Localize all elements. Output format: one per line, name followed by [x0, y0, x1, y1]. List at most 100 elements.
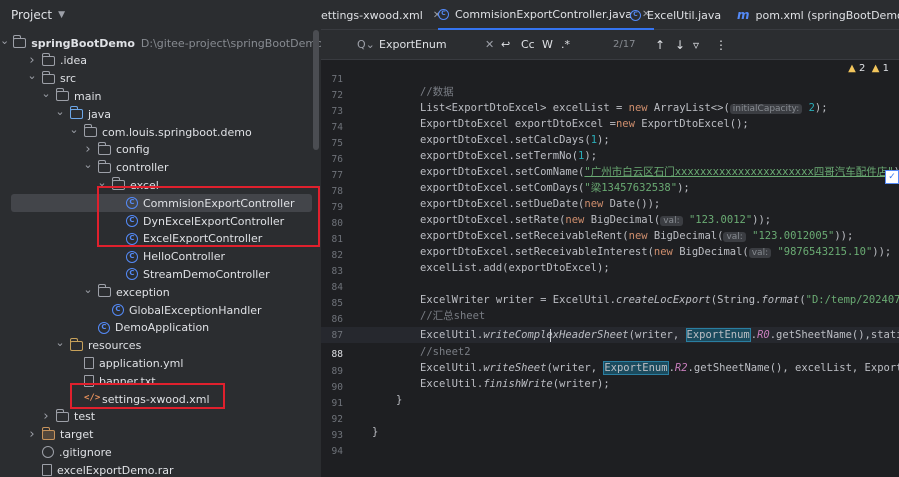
regex-toggle[interactable]: .* [561, 38, 570, 51]
chevron-down-icon[interactable]: ⌄ [68, 123, 80, 136]
code-line-80[interactable]: exportDtoExcel.setDueDate(new Date()); [420, 196, 660, 212]
line-number[interactable]: 72 [321, 88, 343, 104]
chevron-right-icon[interactable]: › [82, 142, 94, 157]
line-number[interactable]: 86 [321, 312, 343, 328]
code-line-74[interactable]: List<ExportDtoExcel> excelList = new Arr… [420, 100, 828, 116]
tab-pom-xml[interactable]: m pom.xml (springBootDemo) [737, 0, 899, 30]
project-header[interactable]: Project ▼ [0, 0, 321, 30]
tree-item[interactable]: ⌄ main [0, 87, 321, 105]
more-icon[interactable]: ⋮ [715, 38, 727, 52]
code-line-89[interactable]: //sheet2 [420, 344, 471, 360]
line-number[interactable]: 74 [321, 120, 343, 136]
tree-item[interactable]: application.yml [0, 354, 321, 372]
chevron-down-icon[interactable]: ⌄ [0, 34, 9, 47]
translate-icon[interactable]: ✓ [885, 170, 899, 184]
folder-icon [98, 284, 111, 298]
code-line-84[interactable]: excelList.add(exportDtoExcel); [420, 260, 610, 276]
line-number[interactable]: 88 [321, 347, 343, 363]
code-line-88[interactable]: ExcelUtil.writeComplexHeaderSheet(writer… [420, 327, 899, 343]
code-line-83[interactable]: exportDtoExcel.setReceivableInterest(new… [420, 244, 891, 260]
code-line-86[interactable]: ExcelWriter writer = ExcelUtil.createLoc… [420, 292, 899, 308]
chevron-down-icon[interactable]: ⌄ [54, 105, 66, 118]
chevron-down-icon[interactable]: ⌄ [26, 69, 38, 82]
chevron-right-icon[interactable]: › [26, 427, 38, 442]
line-number[interactable]: 78 [321, 184, 343, 200]
tree-item[interactable]: › target [0, 426, 321, 444]
line-number[interactable]: 82 [321, 248, 343, 264]
chevron-down-icon[interactable]: ⌄ [40, 87, 52, 100]
inspection-widget[interactable]: ▲ 2 ▲ 1 [848, 63, 889, 74]
tab-settings-xml[interactable]: ettings-xwood.xml ✕ [321, 0, 441, 30]
code-line-79[interactable]: exportDtoExcel.setComDays("梁13457632538"… [420, 180, 690, 196]
tree-item[interactable]: ⌄ controller [0, 158, 321, 177]
resources-folder-icon [70, 337, 83, 351]
tree-item[interactable]: ⌄ resources [0, 336, 321, 355]
tree-item[interactable]: ⌄ springBootDemo D:\gitee-project\springBo… [0, 34, 321, 52]
line-number[interactable]: 77 [321, 168, 343, 184]
tree-item[interactable]: › .idea [0, 52, 321, 70]
tree-item[interactable]: › test [0, 408, 321, 426]
code-line-75[interactable]: ExportDtoExcel exportDtoExcel =new Expor… [420, 116, 749, 132]
chevron-right-icon[interactable]: › [40, 409, 52, 424]
chevron-right-icon[interactable]: › [26, 53, 38, 68]
arrow-up-icon[interactable]: ↑ [655, 38, 665, 52]
newline-icon[interactable]: ↩ [501, 38, 510, 51]
tab-excel-util[interactable]: C ExcelUtil.java [630, 0, 721, 30]
tree-item[interactable]: C GlobalExceptionHandler [0, 301, 321, 319]
chevron-down-icon[interactable]: ⌄ [82, 283, 94, 296]
code-line-92[interactable]: } [396, 392, 402, 408]
tree-item[interactable]: ⌄ com.louis.springboot.demo [0, 123, 321, 141]
line-number[interactable]: 84 [321, 280, 343, 296]
tree-item[interactable]: ⌄ java [0, 105, 321, 123]
tree-item[interactable]: .gitignore [0, 443, 321, 461]
search-input[interactable]: ExportEnum [379, 38, 447, 51]
line-number[interactable]: 76 [321, 152, 343, 168]
code-line-73[interactable]: //数据 [420, 84, 454, 100]
code-line-87[interactable]: //汇总sheet [420, 308, 485, 324]
line-number[interactable]: 79 [321, 200, 343, 216]
code-line-81[interactable]: exportDtoExcel.setRate(new BigDecimal(va… [420, 212, 771, 228]
tree-item[interactable]: ⌄ exception [0, 283, 321, 301]
tree-item[interactable]: C StreamDemoController [0, 265, 321, 283]
line-number[interactable]: 90 [321, 380, 343, 396]
line-number[interactable]: 80 [321, 216, 343, 232]
arrow-down-icon[interactable]: ↓ [675, 38, 685, 52]
line-number[interactable]: 91 [321, 396, 343, 412]
match-case-toggle[interactable]: Cc [521, 38, 535, 51]
line-number[interactable]: 75 [321, 136, 343, 152]
file-icon [84, 357, 94, 370]
code-line-77[interactable]: exportDtoExcel.setTermNo(1); [420, 148, 597, 164]
tree-item[interactable]: ⌄ src [0, 69, 321, 88]
tab-commision-export-controller[interactable]: C CommisionExportController.java ✕ [438, 0, 655, 30]
tree-item[interactable]: › config [0, 141, 321, 159]
line-number[interactable]: 85 [321, 296, 343, 312]
tree-item-label: .idea [60, 54, 88, 68]
line-number[interactable]: 71 [321, 72, 343, 88]
project-scrollbar[interactable] [313, 30, 319, 150]
search-icon[interactable]: Q⌄ [357, 38, 375, 51]
chevron-down-icon[interactable]: ⌄ [82, 158, 94, 171]
line-number[interactable]: 92 [321, 412, 343, 428]
whole-words-toggle[interactable]: W [542, 38, 553, 51]
code-line-94[interactable]: } [372, 424, 378, 440]
filter-icon[interactable]: ▿ [693, 38, 699, 52]
code-line-82[interactable]: exportDtoExcel.setReceivableRent(new Big… [420, 228, 853, 244]
code-line-76[interactable]: exportDtoExcel.setCalcDays(1); [420, 132, 610, 148]
line-number[interactable]: 94 [321, 444, 343, 460]
code-line-78[interactable]: exportDtoExcel.setComName("广州市白云区石门xxxxx… [420, 164, 899, 180]
tree-item[interactable]: C DemoApplication [0, 319, 321, 337]
line-number[interactable]: 87 [321, 328, 343, 344]
code-line-90[interactable]: ExcelUtil.writeSheet(writer, ExportEnum.… [420, 360, 899, 376]
line-number[interactable]: 83 [321, 264, 343, 280]
line-number[interactable]: 93 [321, 428, 343, 444]
clear-icon[interactable]: ✕ [485, 38, 494, 51]
line-number[interactable]: 89 [321, 364, 343, 380]
tree-item-label: .gitignore [59, 445, 112, 459]
line-number[interactable]: 73 [321, 104, 343, 120]
chevron-down-icon[interactable]: ▼ [58, 10, 65, 20]
chevron-down-icon[interactable]: ⌄ [54, 336, 66, 349]
code-line-91[interactable]: ExcelUtil.finishWrite(writer); [420, 376, 610, 392]
tree-item[interactable]: excelExportDemo.rar [0, 461, 321, 477]
line-number[interactable]: 81 [321, 232, 343, 248]
tree-item[interactable]: C HelloController [0, 248, 321, 266]
